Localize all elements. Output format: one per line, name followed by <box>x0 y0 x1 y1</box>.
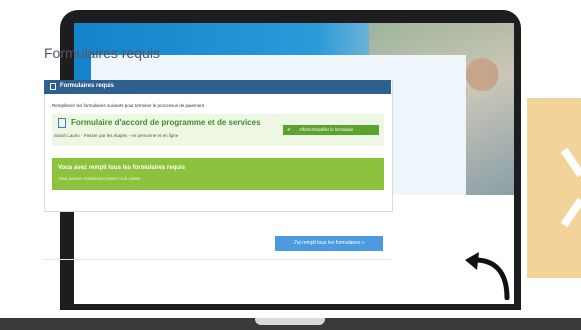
form-subtitle: Sarah Laurin - Passer par les étapes - e… <box>54 133 179 138</box>
success-subtitle: Vous pouvez maintenant passer à la caiss… <box>58 176 141 181</box>
document-icon <box>50 83 56 90</box>
panel-header-title: Formulaires requis <box>60 83 115 89</box>
decorative-x <box>556 130 581 250</box>
view-edit-form-label: Afficher/Modifier le formulaire <box>299 127 354 132</box>
laptop-notch <box>255 318 325 325</box>
check-icon: ✔ <box>287 127 292 133</box>
view-edit-form-button[interactable]: ✔ Afficher/Modifier le formulaire <box>283 125 379 135</box>
curved-arrow-icon <box>455 250 515 305</box>
document-icon <box>58 118 66 128</box>
success-alert <box>52 158 384 190</box>
divider <box>44 259 391 260</box>
instructions-text: Remplissez les formulaires suivants pour… <box>52 103 205 108</box>
forms-panel <box>44 80 393 212</box>
forms-completed-button[interactable]: J'ai rempli tous les formulaires » <box>275 236 383 251</box>
success-title: Vous avez rempli tous les formulaires re… <box>58 165 185 171</box>
page-title: Formulaires requis <box>44 45 160 61</box>
form-title[interactable]: Formulaire d'accord de programme et de s… <box>71 118 261 127</box>
